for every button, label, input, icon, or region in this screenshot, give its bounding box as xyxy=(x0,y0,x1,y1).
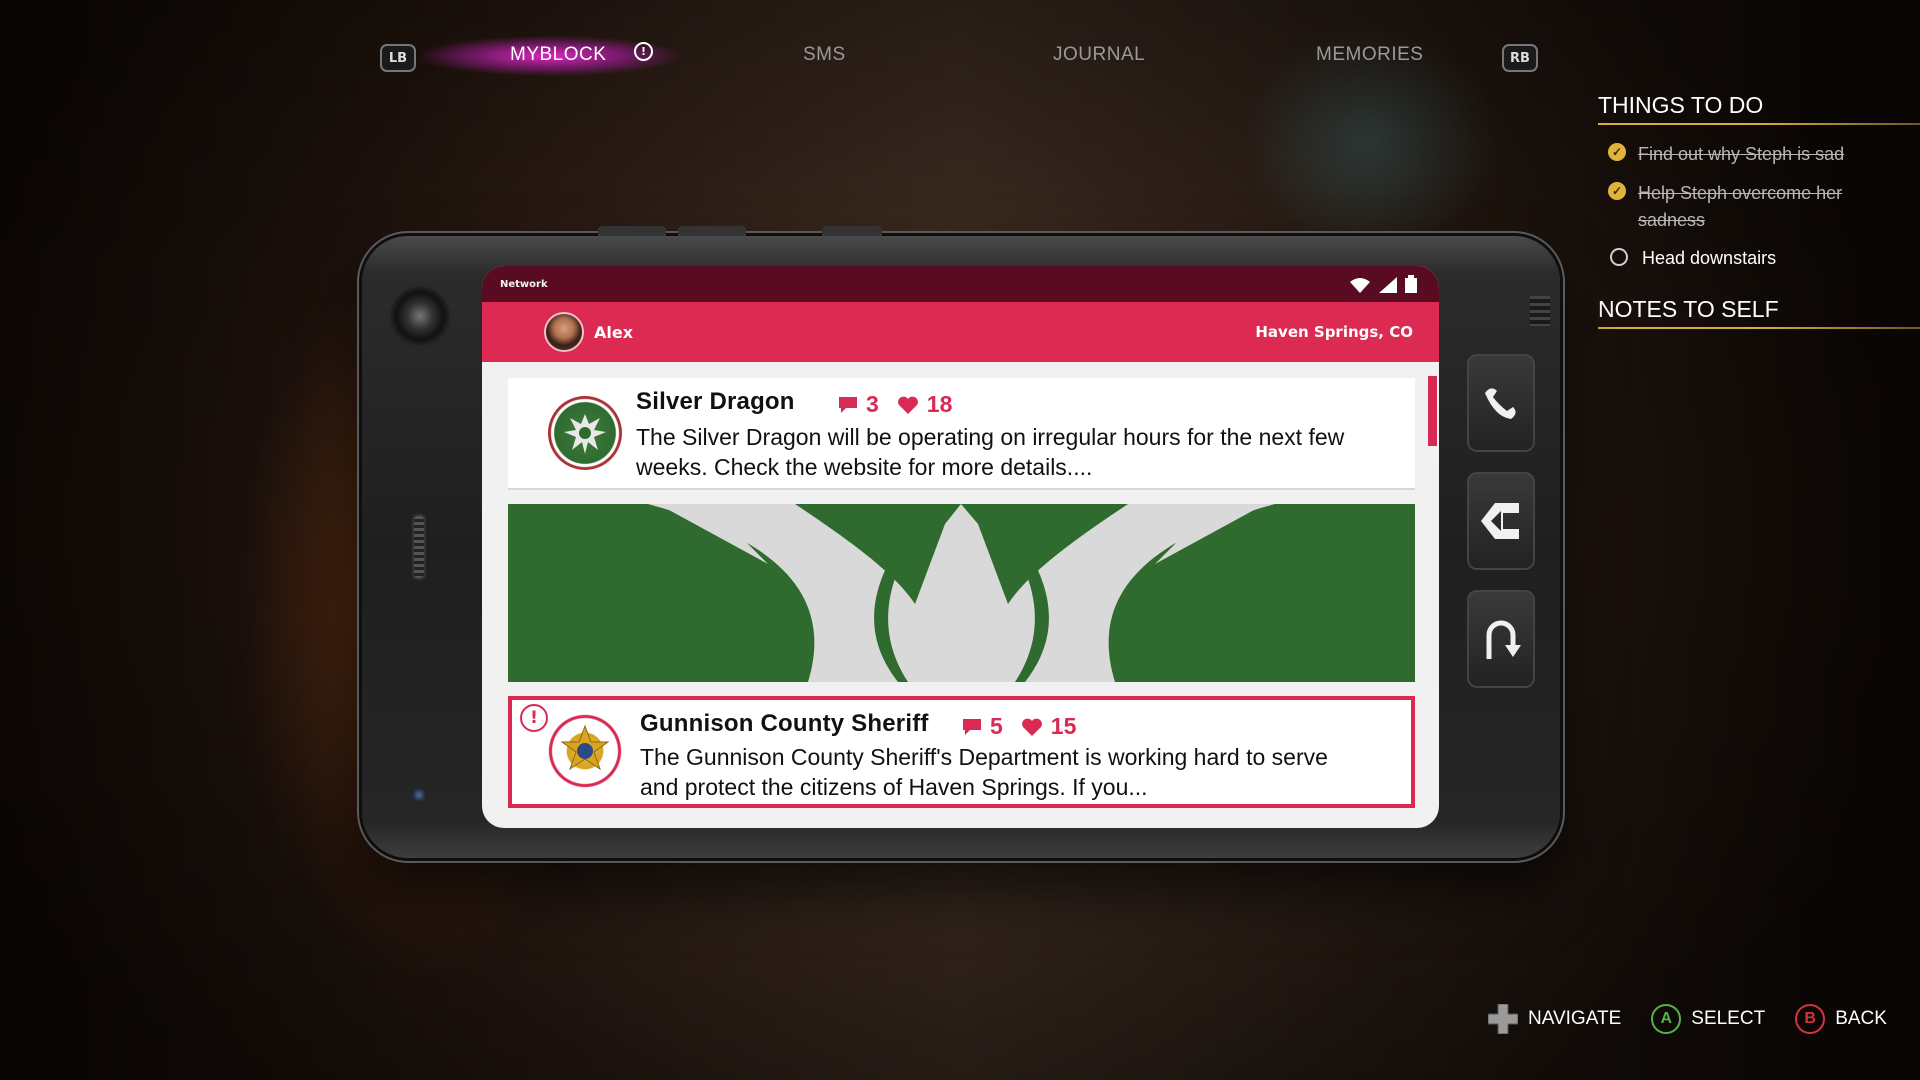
phone-top-button xyxy=(598,226,666,236)
alert-icon: ! xyxy=(520,704,548,732)
select-label: SELECT xyxy=(1691,1008,1766,1029)
control-hints: NAVIGATE A SELECT B BACK xyxy=(1488,1004,1887,1034)
network-label: Network xyxy=(500,278,548,290)
title-divider xyxy=(1598,123,1920,125)
like-count-value: 18 xyxy=(926,391,953,417)
checkmark-icon: ✓ xyxy=(1608,182,1626,200)
status-icons xyxy=(1349,275,1417,293)
comment-icon xyxy=(963,718,981,735)
location-label: Haven Springs, CO xyxy=(1255,323,1413,341)
task-item: ✓ Help Steph overcome her sadness xyxy=(1608,180,1920,234)
dpad-icon xyxy=(1488,1004,1518,1034)
back-arrow-icon[interactable] xyxy=(1467,472,1535,570)
status-bar: Network xyxy=(482,266,1439,302)
front-sensor xyxy=(412,788,426,802)
return-icon[interactable] xyxy=(1467,590,1535,688)
select-hint: A SELECT xyxy=(1651,1004,1765,1034)
sheriff-badge-icon xyxy=(548,714,622,788)
like-count-value: 15 xyxy=(1050,713,1077,739)
objectives-panel: THINGS TO DO ✓ Find out why Steph is sad… xyxy=(1598,92,1920,345)
a-button-icon: A xyxy=(1651,1004,1682,1034)
phone-device: Network Alex Haven Springs, CO Silver Dr… xyxy=(362,226,1560,858)
like-count: 18 xyxy=(897,391,953,418)
back-label: BACK xyxy=(1835,1008,1887,1029)
navigate-label: NAVIGATE xyxy=(1528,1008,1622,1029)
post-title: Gunnison County Sheriff xyxy=(640,710,929,737)
task-text: Head downstairs xyxy=(1642,248,1777,268)
notes-section: NOTES TO SELF xyxy=(1598,296,1920,329)
empty-circle-icon xyxy=(1610,248,1628,266)
phone-top-button xyxy=(822,226,882,236)
things-to-do-title: THINGS TO DO xyxy=(1598,92,1764,118)
post-stats: 3 18 xyxy=(838,391,952,418)
camera-lens-icon xyxy=(390,286,450,346)
feed-post-selected[interactable]: ! Gunnison County Sheriff 5 15 The Gunni… xyxy=(508,696,1415,808)
scroll-indicator[interactable] xyxy=(1428,376,1437,446)
comment-icon xyxy=(839,396,857,413)
app-header: Alex Haven Springs, CO xyxy=(482,302,1439,362)
wifi-icon xyxy=(1350,278,1370,293)
task-item: Head downstairs xyxy=(1608,246,1920,270)
post-title: Silver Dragon xyxy=(636,388,795,415)
comment-count: 3 xyxy=(838,391,879,418)
tab-memories[interactable]: MEMORIES xyxy=(1316,44,1423,66)
like-count: 15 xyxy=(1021,713,1077,740)
post-body: The Silver Dragon will be operating on i… xyxy=(636,424,1345,480)
alert-icon: ! xyxy=(634,42,653,61)
task-text: Help Steph overcome her sadness xyxy=(1638,183,1843,230)
phone-top-button xyxy=(678,226,746,236)
signal-icon xyxy=(1379,277,1397,293)
post-stats: 5 15 xyxy=(962,713,1076,740)
phone-call-icon[interactable] xyxy=(1467,354,1535,452)
heart-icon xyxy=(897,396,918,414)
comment-count-value: 5 xyxy=(990,713,1003,739)
speaker-grill xyxy=(412,514,426,580)
b-button-icon: B xyxy=(1795,1004,1826,1034)
user-profile[interactable]: Alex xyxy=(544,312,633,352)
user-name: Alex xyxy=(594,322,634,342)
comment-count-value: 3 xyxy=(866,391,879,417)
avatar xyxy=(544,312,584,352)
battery-icon xyxy=(1405,275,1417,293)
tab-journal[interactable]: JOURNAL xyxy=(1053,44,1145,66)
side-grill xyxy=(1530,296,1550,326)
tab-sms[interactable]: SMS xyxy=(803,44,846,66)
dragon-banner-image xyxy=(508,504,1415,682)
heart-icon xyxy=(1021,718,1042,736)
tab-myblock[interactable]: MYBLOCK xyxy=(510,44,606,66)
checkmark-icon: ✓ xyxy=(1608,143,1626,161)
task-item: ✓ Find out why Steph is sad xyxy=(1608,141,1920,168)
task-text: Find out why Steph is sad xyxy=(1638,144,1845,164)
back-hint[interactable]: B BACK xyxy=(1795,1004,1887,1034)
notes-to-self-title: NOTES TO SELF xyxy=(1598,296,1779,322)
dragon-emblem-icon xyxy=(648,504,1275,682)
feed-post[interactable]: Silver Dragon 3 18 The Silver Dragon wil… xyxy=(508,378,1415,488)
comment-count: 5 xyxy=(962,713,1003,740)
lb-button[interactable]: LB xyxy=(380,44,416,72)
post-body: The Gunnison County Sheriff's Department… xyxy=(640,744,1328,800)
navigate-hint: NAVIGATE xyxy=(1488,1004,1621,1034)
dragon-logo-icon xyxy=(548,396,622,470)
title-divider xyxy=(1598,327,1920,329)
top-tab-bar: LB MYBLOCK ! SMS JOURNAL MEMORIES RB xyxy=(380,36,1540,78)
phone-screen: Network Alex Haven Springs, CO Silver Dr… xyxy=(482,266,1439,828)
rb-button[interactable]: RB xyxy=(1502,44,1538,72)
